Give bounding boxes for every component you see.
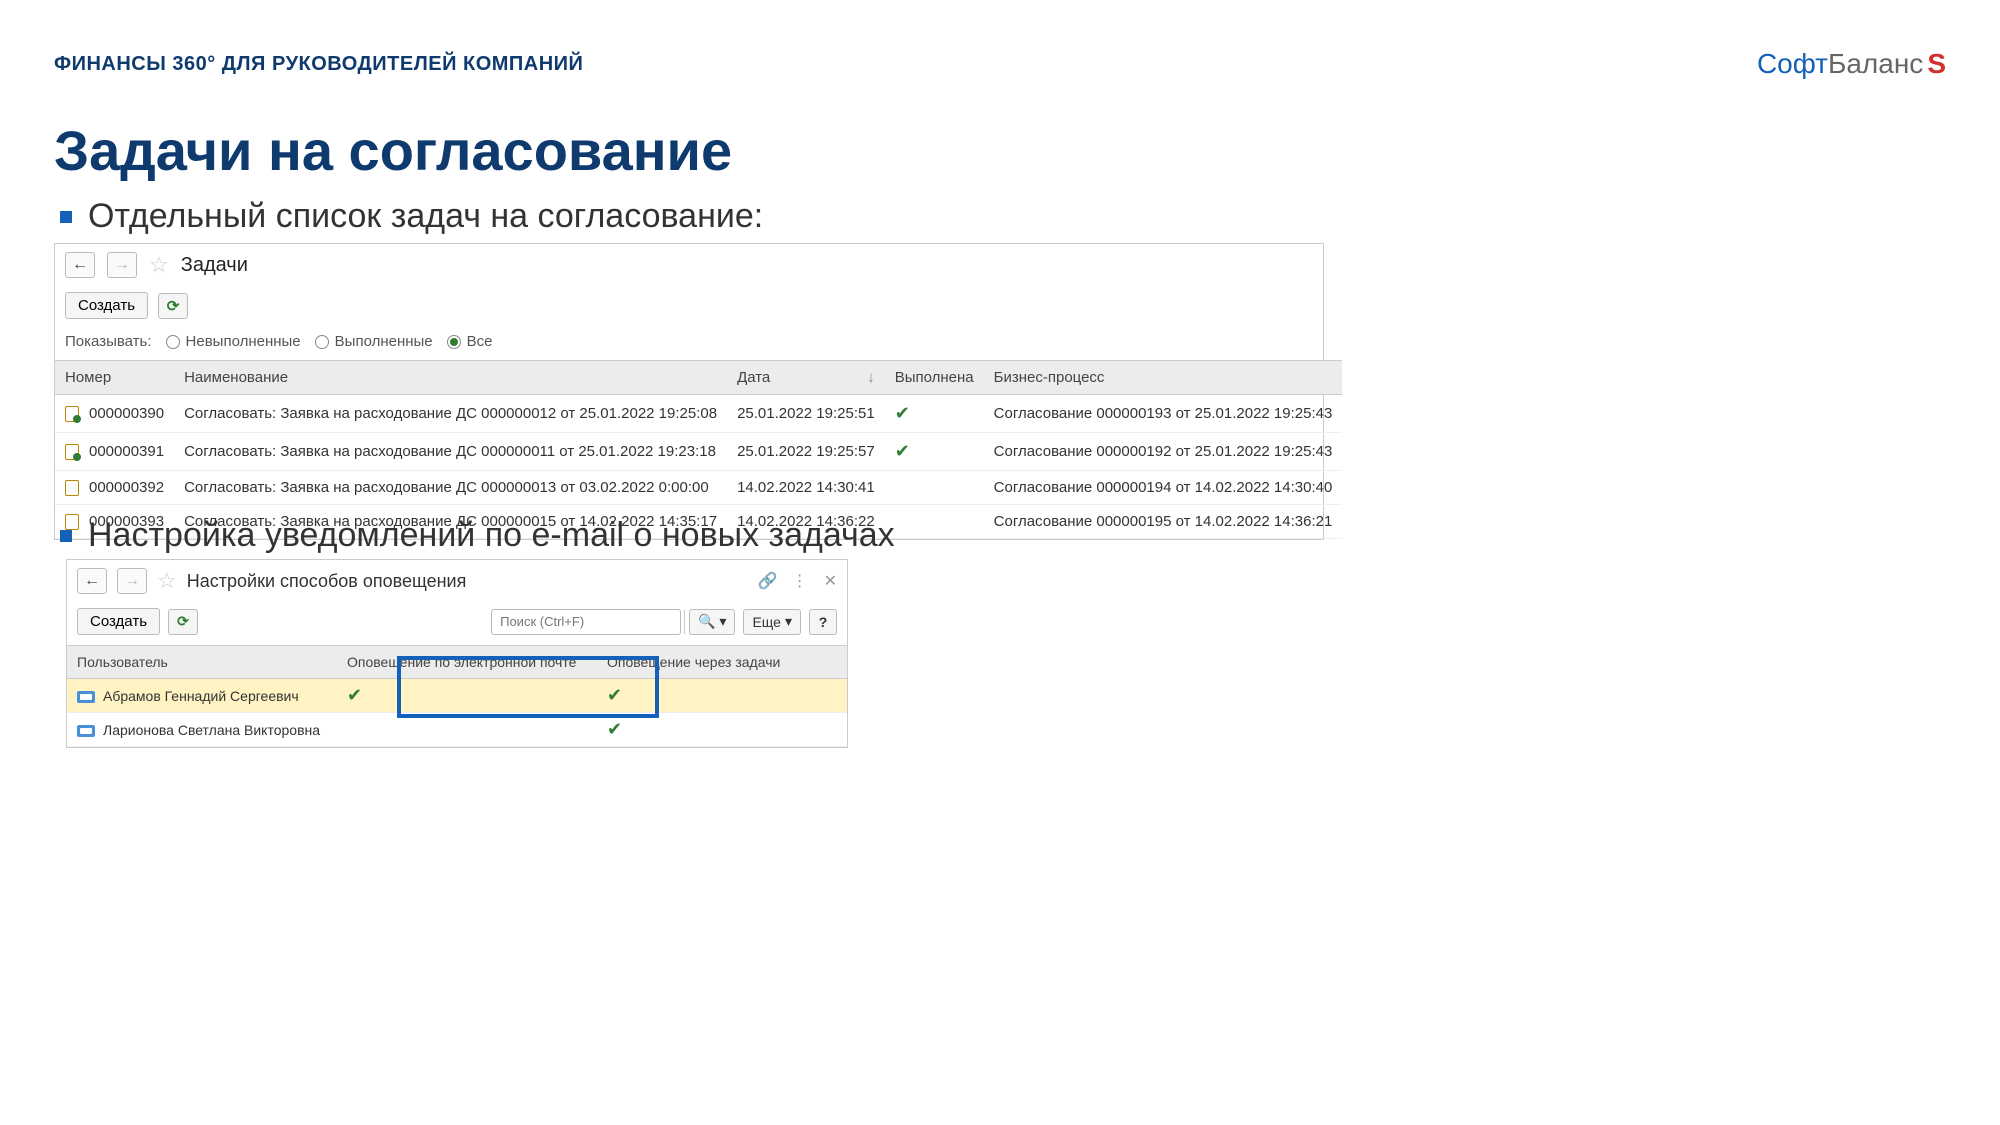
tasks-panel: ← → ☆ Задачи Создать ⟳ Показывать: Невып… xyxy=(54,243,1324,540)
logo-part2: Баланс xyxy=(1828,48,1923,79)
col-process[interactable]: Бизнес-процесс xyxy=(984,361,1343,395)
refresh-button[interactable]: ⟳ xyxy=(168,609,198,635)
page-title: Задачи на согласование xyxy=(54,118,732,183)
bullet-2-text: Настройка уведомлений по e-mail о новых … xyxy=(88,516,895,555)
col-date[interactable]: Дата↓ xyxy=(727,361,885,395)
col-email[interactable]: Оповещение по электронной почте xyxy=(337,646,597,679)
document-icon xyxy=(65,480,79,496)
col-name[interactable]: Наименование xyxy=(174,361,727,395)
filter-all[interactable]: Все xyxy=(447,333,493,350)
col-number[interactable]: Номер xyxy=(55,361,174,395)
refresh-button[interactable]: ⟳ xyxy=(158,293,188,319)
check-icon: ✔ xyxy=(607,685,622,705)
table-row[interactable]: 000000392Согласовать: Заявка на расходов… xyxy=(55,471,1342,505)
link-icon[interactable]: 🔗 xyxy=(758,571,778,591)
bullet-icon xyxy=(60,530,72,542)
bullet-1: Отдельный список задач на согласование: xyxy=(60,197,763,236)
nav-forward-button[interactable]: → xyxy=(117,568,147,594)
document-icon xyxy=(65,444,79,460)
bullet-2: Настройка уведомлений по e-mail о новых … xyxy=(60,516,895,555)
breadcrumb: ФИНАНСЫ 360° ДЛЯ РУКОВОДИТЕЛЕЙ КОМПАНИЙ xyxy=(54,53,583,76)
check-icon: ✔ xyxy=(607,719,622,739)
bullet-1-text: Отдельный список задач на согласование: xyxy=(88,197,763,236)
notifications-table: Пользователь Оповещение по электронной п… xyxy=(67,645,847,747)
more-button[interactable]: Еще ▾ xyxy=(743,609,801,635)
col-tasks[interactable]: Оповещение через задачи xyxy=(597,646,847,679)
sort-icon: ↓ xyxy=(867,369,875,386)
col-user[interactable]: Пользователь xyxy=(67,646,337,679)
more-icon[interactable]: ⋮ xyxy=(792,571,810,591)
logo-part1: Софт xyxy=(1757,48,1828,79)
close-icon[interactable]: ✕ xyxy=(824,571,837,591)
tasks-table: Номер Наименование Дата↓ Выполнена Бизне… xyxy=(55,360,1342,539)
check-icon: ✔ xyxy=(895,403,910,423)
check-icon: ✔ xyxy=(347,685,362,705)
table-row[interactable]: Абрамов Геннадий Сергеевич✔✔ xyxy=(67,679,847,713)
col-done[interactable]: Выполнена xyxy=(885,361,984,395)
create-button[interactable]: Создать xyxy=(65,292,148,319)
favorite-icon[interactable]: ☆ xyxy=(157,568,177,594)
filter-label: Показывать: xyxy=(65,333,152,350)
document-icon xyxy=(65,406,79,422)
logo-mark: S xyxy=(1927,48,1946,79)
nav-back-button[interactable]: ← xyxy=(77,568,107,594)
table-row[interactable]: Ларионова Светлана Викторовна✔ xyxy=(67,713,847,747)
search-field[interactable] xyxy=(492,614,684,629)
notifications-panel: ← → ☆ Настройки способов оповещения 🔗 ⋮ … xyxy=(66,559,848,748)
check-icon: ✔ xyxy=(895,441,910,461)
user-icon xyxy=(77,725,95,737)
nav-back-button[interactable]: ← xyxy=(65,252,95,278)
user-icon xyxy=(77,691,95,703)
notifications-panel-title: Настройки способов оповещения xyxy=(187,571,467,592)
favorite-icon[interactable]: ☆ xyxy=(149,252,169,278)
search-input[interactable]: × xyxy=(491,609,681,635)
filter-unfinished[interactable]: Невыполненные xyxy=(166,333,301,350)
create-button[interactable]: Создать xyxy=(77,608,160,635)
filter-finished[interactable]: Выполненные xyxy=(315,333,433,350)
bullet-icon xyxy=(60,211,72,223)
nav-forward-button[interactable]: → xyxy=(107,252,137,278)
logo: СофтБалансS xyxy=(1757,48,1946,80)
table-row[interactable]: 000000390Согласовать: Заявка на расходов… xyxy=(55,395,1342,433)
help-button[interactable]: ? xyxy=(809,609,837,635)
tasks-panel-title: Задачи xyxy=(181,254,248,277)
table-row[interactable]: 000000391Согласовать: Заявка на расходов… xyxy=(55,433,1342,471)
search-button[interactable]: 🔍 ▾ xyxy=(689,609,735,635)
